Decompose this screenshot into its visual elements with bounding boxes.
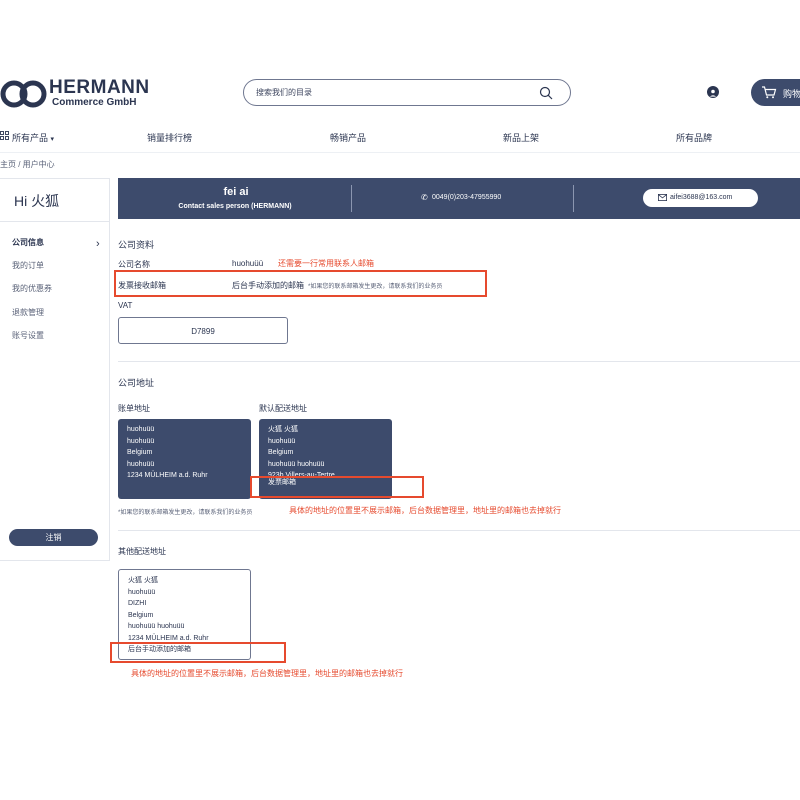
nav-all-products-label: 所有产品 (12, 133, 49, 143)
sidebar-item-account-settings[interactable]: 账号设置 (12, 330, 44, 341)
invoice-email-label: 发票接收邮箱 (118, 281, 166, 290)
grid-icon (0, 131, 9, 140)
address-line: 火狐 火狐 (268, 426, 298, 433)
sales-email-button[interactable]: aifei3688@163.com (643, 189, 758, 207)
annotation-address-email: 具体的地址的位置里不展示邮箱，后台数据管理里，地址里的邮箱也去掉就行 (289, 506, 561, 515)
search-icon[interactable] (539, 86, 553, 100)
nav-bestseller-ranking[interactable]: 销量排行榜 (147, 131, 192, 144)
vat-label: VAT (118, 301, 133, 310)
mail-icon (658, 194, 667, 201)
cart-icon (762, 86, 777, 99)
brand-title: HERMANN (49, 77, 150, 98)
address-line: huohuüü huohuüü (268, 460, 325, 468)
section-divider (118, 361, 800, 362)
address-line: Belgium (127, 449, 153, 456)
phone-icon: ✆ (421, 193, 428, 202)
company-address-title: 公司地址 (118, 378, 155, 388)
address-line: huohuüü (127, 460, 155, 468)
invoice-email-note: *如果您的联系邮箱发生更改，请联系我们的业务员 (308, 284, 443, 290)
section-divider (118, 530, 800, 531)
address-line: huohuüü huohuüü (128, 623, 185, 630)
brand-logo-icon[interactable] (0, 78, 50, 110)
sidebar-divider (0, 221, 109, 222)
shipping-address-label: 默认配送地址 (259, 404, 307, 413)
caret-down-icon: ▾ (50, 136, 55, 143)
address-line: huohuüü (268, 437, 296, 445)
search-input[interactable]: 搜索我们的目录 (243, 79, 571, 106)
sales-phone[interactable]: 0049(0)203-47955990 (432, 194, 501, 201)
vat-value: D7899 (191, 327, 215, 336)
nav-divider (0, 152, 800, 153)
nav-new-arrivals[interactable]: 新品上架 (503, 131, 539, 144)
user-account-icon[interactable] (707, 86, 719, 98)
banner-divider (351, 185, 352, 212)
address-line: huohuüü (128, 588, 156, 596)
brand-subtitle: Commerce GmbH (52, 97, 137, 108)
cart-label: 购物车 (783, 89, 800, 99)
nav-all-products[interactable]: 所有产品 ▾ (12, 131, 54, 144)
sales-email: aifei3688@163.com (670, 194, 733, 201)
greeting: Hi 火狐 (14, 193, 60, 209)
address-line: Belgium (128, 611, 154, 619)
banner-divider (573, 185, 574, 212)
address-line: Belgium (268, 449, 294, 456)
cart-button[interactable]: 购物车 (751, 79, 800, 106)
sidebar-item-refunds[interactable]: 退款管理 (12, 307, 44, 318)
nav-all-brands[interactable]: 所有品牌 (676, 131, 712, 144)
search-placeholder: 搜索我们的目录 (256, 88, 312, 97)
account-sidebar (0, 178, 110, 561)
company-name-value: huohuüü (232, 259, 264, 268)
annotation-highlight-box (250, 476, 424, 498)
sidebar-item-company-info[interactable]: 公司信息 (12, 237, 44, 248)
sidebar-item-orders[interactable]: 我的订单 (12, 260, 44, 271)
annotation-add-email: 还需要一行常用联系人邮箱 (278, 259, 374, 268)
address-note: *如果您的联系邮箱发生更改，请联系我们的业务员 (118, 510, 253, 516)
company-profile-title: 公司资料 (118, 240, 155, 250)
nav-hot-products[interactable]: 畅销产品 (330, 131, 366, 144)
billing-address-card[interactable]: huohuüü huohuüü Belgium huohuüü 1234 MÜL… (118, 419, 251, 499)
address-line: 火狐 火狐 (128, 577, 158, 584)
annotation-highlight-box (110, 642, 286, 663)
annotation-other-address-email: 具体的地址的位置里不展示邮箱，后台数据管理里，地址里的邮箱也去掉就行 (131, 669, 403, 678)
sidebar-item-coupons[interactable]: 我的优惠券 (12, 283, 52, 294)
address-line: 1234 MÜLHEIM a.d. Ruhr (127, 472, 208, 479)
address-line: DIZHI (128, 600, 147, 607)
breadcrumb[interactable]: 主页 / 用户中心 (0, 159, 55, 170)
address-line: huohuüü (127, 437, 155, 445)
company-name-label: 公司名称 (118, 260, 150, 269)
sales-person-subtitle: Contact sales person (HERMANN) (178, 203, 292, 210)
other-address-title: 其他配送地址 (118, 547, 166, 556)
address-line: huohuüü (127, 426, 155, 433)
invoice-email-value: 后台手动添加的邮箱 (232, 281, 304, 290)
billing-address-label: 账单地址 (118, 404, 150, 413)
vat-field: D7899 (118, 317, 288, 344)
logout-button[interactable]: 注销 (9, 529, 98, 546)
chevron-right-icon: › (96, 238, 100, 250)
sales-person-name: fei ai (223, 186, 249, 198)
